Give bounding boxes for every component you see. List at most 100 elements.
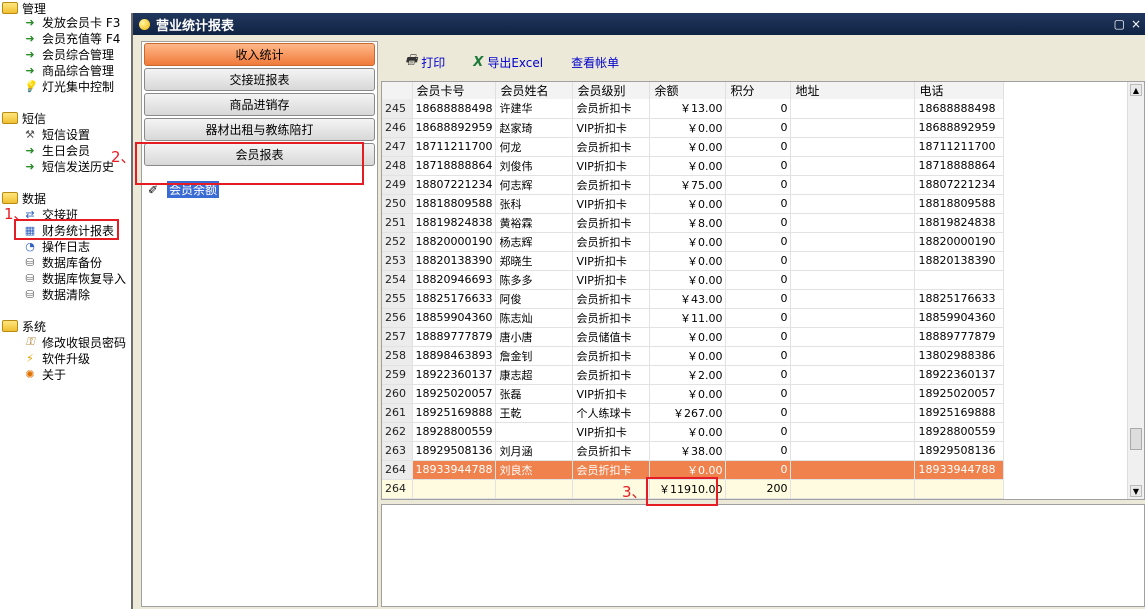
table-row[interactable]: 245 18688888498 许建华 会员折扣卡 ￥13.00 0 18688888498 (382, 99, 1005, 119)
table-cell: 0 (725, 327, 792, 347)
table-cell: ￥2.00 (649, 365, 727, 385)
scroll-up-icon[interactable]: ▲ (1130, 84, 1142, 96)
table-cell: 0 (725, 175, 792, 195)
table-row[interactable]: 260 18925020057 张磊 VIP折扣卡 ￥0.00 0 18925020057 (382, 384, 1005, 404)
nav-income-stats[interactable]: 收入统计 (144, 43, 375, 66)
tree-item-backup[interactable]: ⛁ 数据库备份 (22, 254, 102, 270)
folder-icon (2, 320, 18, 332)
nav-equipment-rental[interactable]: 器材出租与教练陪打 (144, 118, 375, 141)
table-cell: 个人练球卡 (572, 403, 651, 423)
table-row[interactable]: 262 18928800559 VIP折扣卡 ￥0.00 0 18928800559 (382, 422, 1005, 442)
tree-item-oplog[interactable]: ◔ 操作日志 (22, 238, 90, 254)
table-cell: ￥0.00 (649, 384, 727, 404)
header-address[interactable]: 地址 (790, 82, 916, 99)
row-number-header (382, 82, 413, 99)
table-row[interactable]: 251 18819824838 黄裕霖 会员折扣卡 ￥8.00 0 18819824838 (382, 213, 1005, 233)
header-phone[interactable]: 电话 (914, 82, 1005, 99)
tree-item-light-control[interactable]: 💡 灯光集中控制 (22, 78, 114, 94)
table-row[interactable]: 249 18807221234 何志辉 会员折扣卡 ￥75.00 0 18807221234 (382, 175, 1005, 195)
table-cell: 18820000190 (914, 232, 1005, 252)
excel-icon: X (473, 54, 484, 70)
scroll-thumb[interactable] (1130, 428, 1142, 450)
table-row[interactable]: 255 18825176633 阿俊 会员折扣卡 ￥43.00 0 18825176633 (382, 289, 1005, 309)
export-excel-button[interactable]: X 导出Excel (473, 54, 543, 71)
tree-item-member-mgmt[interactable]: ➜ 会员综合管理 (22, 46, 114, 62)
item-label: 灯光集中控制 (42, 79, 115, 94)
table-row[interactable]: 261 18925169888 王乾 个人练球卡 ￥267.00 0 18925169888 (382, 403, 1005, 423)
member-table: 会员卡号 会员姓名 会员级别 余额 积分 地址 电话 245 1868888849… (382, 82, 1005, 499)
table-row[interactable]: 247 18711211700 何龙 会员折扣卡 ￥0.00 0 18711211700 (382, 137, 1005, 157)
key-icon: ⚿ (25, 335, 35, 348)
table-cell: ￥0.00 (649, 232, 727, 252)
table-row[interactable]: 259 18922360137 康志超 会员折扣卡 ￥2.00 0 18922360137 (382, 365, 1005, 385)
item-label: 短信设置 (42, 127, 91, 142)
table-cell: 会员折扣卡 (572, 441, 651, 461)
arrow-icon: ➜ (25, 143, 35, 157)
annotation-1: 1、 (4, 205, 29, 223)
header-points[interactable]: 积分 (725, 82, 792, 99)
table-row[interactable]: 248 18718888864 刘俊伟 VIP折扣卡 ￥0.00 0 18718888864 (382, 156, 1005, 176)
table-cell: ￥0.00 (649, 327, 727, 347)
header-card[interactable]: 会员卡号 (412, 82, 497, 99)
table-cell: 康志超 (495, 365, 574, 385)
restore-icon[interactable]: ▢ (1114, 17, 1125, 31)
table-cell: 0 (725, 365, 792, 385)
tree-item-sms-settings[interactable]: ⚒ 短信设置 (22, 126, 90, 142)
item-label: 短信发送历史 (42, 159, 115, 174)
table-row[interactable]: 246 18688892959 赵家琦 VIP折扣卡 ￥0.00 0 18688892959 (382, 118, 1005, 138)
header-balance[interactable]: 余额 (649, 82, 727, 99)
tree-item-birthday[interactable]: ➜ 生日会员 (22, 142, 90, 158)
table-cell: 0 (725, 346, 792, 366)
table-cell: 18688892959 (914, 118, 1005, 138)
table-cell: 18820946693 (412, 270, 497, 290)
table-row[interactable]: 252 18820000190 杨志辉 会员折扣卡 ￥0.00 0 18820000190 (382, 232, 1005, 252)
tree-item-about[interactable]: ✺ 关于 (22, 366, 66, 382)
tree-item-restore[interactable]: ⛁ 数据库恢复导入 (22, 270, 126, 286)
tree-item-goods-mgmt[interactable]: ➜ 商品综合管理 (22, 62, 114, 78)
tree-item-sms-history[interactable]: ➜ 短信发送历史 (22, 158, 114, 174)
grid-scrollbar[interactable]: ▲ ▼ (1127, 82, 1144, 499)
item-label: 会员综合管理 (42, 47, 115, 62)
table-row[interactable]: 257 18889777879 唐小唐 会员储值卡 ￥0.00 0 18889777879 (382, 327, 1005, 347)
scroll-down-icon[interactable]: ▼ (1130, 485, 1142, 497)
table-cell: VIP折扣卡 (572, 118, 651, 138)
table-cell: ￥8.00 (649, 213, 727, 233)
table-row[interactable]: 250 18818809588 张科 VIP折扣卡 ￥0.00 0 18818809588 (382, 194, 1005, 214)
group-system[interactable]: 系统 (2, 318, 46, 334)
table-cell: 18922360137 (914, 365, 1005, 385)
table-cell (790, 251, 916, 271)
row-number-cell: 259 (382, 365, 413, 385)
lightning-icon: ⚡ (26, 351, 34, 365)
table-cell: 18928800559 (914, 422, 1005, 442)
table-cell: 0 (725, 289, 792, 309)
table-row[interactable]: 254 18820946693 陈多多 VIP折扣卡 ￥0.00 0 (382, 270, 1005, 290)
table-row[interactable]: 258 18898463893 詹金钊 会员折扣卡 ￥0.00 0 13802988386 (382, 346, 1005, 366)
tree-item-change-password[interactable]: ⚿ 修改收银员密码 (22, 334, 126, 350)
nav-inventory[interactable]: 商品进销存 (144, 93, 375, 116)
item-label: 数据库恢复导入 (42, 271, 127, 286)
tree-item-clear[interactable]: ⛁ 数据清除 (22, 286, 90, 302)
nav-shift-report[interactable]: 交接班报表 (144, 68, 375, 91)
tree-item-upgrade[interactable]: ⚡ 软件升级 (22, 350, 90, 366)
arrow-icon: ➜ (25, 63, 35, 77)
arrow-icon: ➜ (25, 15, 35, 29)
view-bill-button[interactable]: 查看帐单 (571, 54, 619, 71)
tree-item-issue-card[interactable]: ➜ 发放会员卡 F3 (22, 14, 120, 30)
tree-item-recharge[interactable]: ➜ 会员充值等 F4 (22, 30, 120, 46)
row-number-cell: 250 (382, 194, 413, 214)
folder-icon (2, 2, 18, 14)
header-name[interactable]: 会员姓名 (495, 82, 574, 99)
print-button[interactable]: 🖶 打印 (405, 51, 445, 73)
table-cell: ￥11.00 (649, 308, 727, 328)
group-sms[interactable]: 短信 (2, 110, 46, 126)
row-number-cell: 249 (382, 175, 413, 195)
footer-empty (790, 479, 916, 499)
close-icon[interactable]: × (1131, 17, 1141, 31)
table-row[interactable]: 253 18820138390 郑晓生 VIP折扣卡 ￥0.00 0 18820138390 (382, 251, 1005, 271)
header-level[interactable]: 会员级别 (572, 82, 651, 99)
table-row[interactable]: 256 18859904360 陈志灿 会员折扣卡 ￥11.00 0 18859904360 (382, 308, 1005, 328)
table-cell: ￥0.00 (649, 194, 727, 214)
table-row[interactable]: 263 18929508136 刘月涵 会员折扣卡 ￥38.00 0 18929508136 (382, 441, 1005, 461)
member-grid[interactable]: 会员卡号 会员姓名 会员级别 余额 积分 地址 电话 245 1868888849… (381, 81, 1145, 500)
table-cell: 18807221234 (412, 175, 497, 195)
